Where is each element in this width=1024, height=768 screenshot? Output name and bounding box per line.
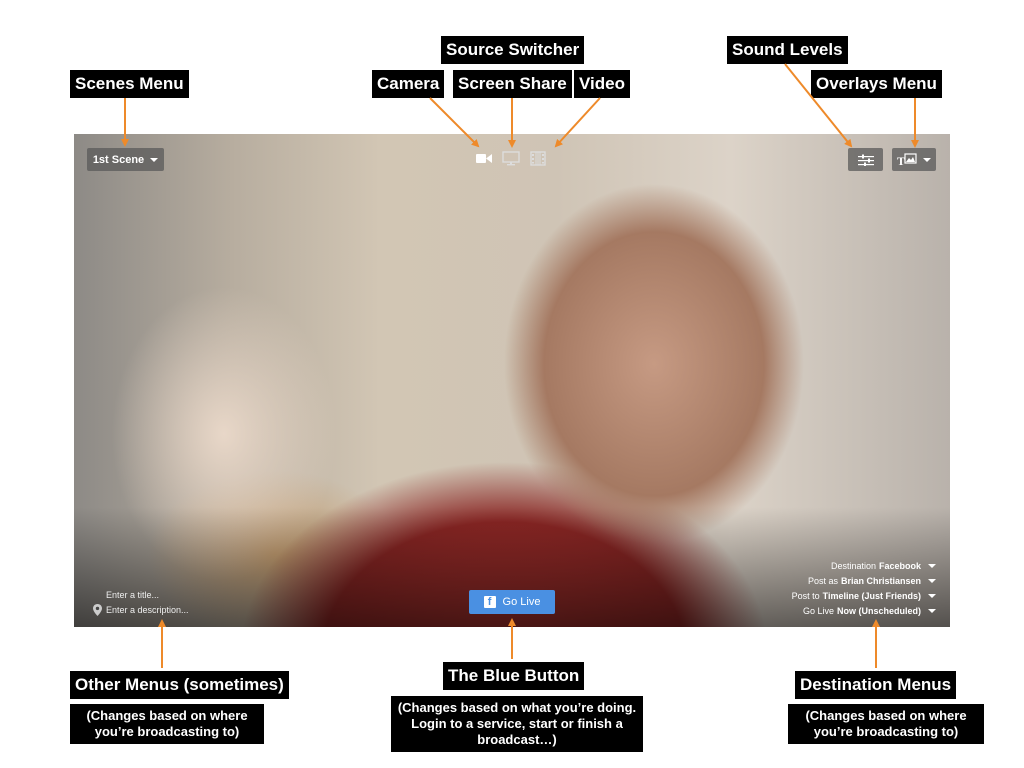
destination-menus-note: (Changes based on where you’re broadcast… — [788, 704, 984, 744]
chevron-down-icon — [150, 157, 159, 162]
screen-share-label: Screen Share — [453, 70, 572, 98]
title-input[interactable]: Enter a title... — [106, 590, 159, 600]
blue-button-label: The Blue Button — [443, 662, 585, 690]
source-switcher-label: Source Switcher — [441, 36, 585, 64]
monitor-icon[interactable] — [499, 149, 523, 167]
overlays-menu-button[interactable]: T — [892, 148, 936, 171]
video-preview: 1st Scene T Enter a title... Enter a des — [74, 134, 950, 627]
post-as-menu[interactable]: Post as Brian Christiansen — [792, 573, 936, 588]
text-image-icon: T — [897, 153, 917, 166]
post-to-value: Timeline (Just Friends) — [822, 590, 921, 601]
post-to-menu[interactable]: Post to Timeline (Just Friends) — [792, 588, 936, 603]
sliders-icon — [857, 154, 874, 166]
go-live-label: Go Live — [502, 596, 541, 608]
post-to-prefix: Post to — [791, 590, 820, 601]
chevron-down-icon — [923, 157, 931, 162]
sound-levels-label: Sound Levels — [727, 36, 848, 64]
other-menus-note: (Changes based on where you’re broadcast… — [70, 704, 264, 744]
go-live-schedule-prefix: Go Live — [802, 605, 834, 616]
post-as-prefix: Post as — [807, 575, 838, 586]
video-camera-icon[interactable] — [472, 149, 496, 167]
go-live-schedule-menu[interactable]: Go Live Now (Unscheduled) — [792, 603, 936, 618]
film-icon[interactable] — [526, 149, 550, 167]
facebook-icon: f — [483, 596, 496, 608]
overlays-menu-label: Overlays Menu — [811, 70, 942, 98]
destination-value: Facebook — [878, 560, 921, 571]
description-input[interactable]: Enter a description... — [106, 605, 189, 615]
broadcast-details: Enter a title... Enter a description... — [88, 587, 189, 617]
destination-prefix: Destination — [830, 560, 876, 571]
scene-selector-label: 1st Scene — [92, 153, 145, 166]
chevron-down-icon — [928, 578, 936, 583]
chevron-down-icon — [928, 608, 936, 613]
post-as-value: Brian Christiansen — [840, 575, 921, 586]
scene-selector[interactable]: 1st Scene — [87, 148, 164, 171]
destination-menus-label: Destination Menus — [795, 671, 957, 699]
chevron-down-icon — [928, 563, 936, 568]
other-menus-label: Other Menus (sometimes) — [70, 671, 289, 699]
destination-menu[interactable]: Destination Facebook — [792, 558, 936, 573]
destination-menus: Destination Facebook Post as Brian Chris… — [792, 558, 936, 618]
go-live-schedule-value: Now (Unscheduled) — [836, 605, 921, 616]
chevron-down-icon — [928, 593, 936, 598]
blue-button-note: (Changes based on what you’re doing. Log… — [391, 696, 643, 752]
camera-label: Camera — [372, 70, 445, 98]
scenes-menu-label: Scenes Menu — [70, 70, 189, 98]
go-live-button[interactable]: f Go Live — [469, 590, 555, 614]
sound-levels-button[interactable] — [848, 148, 883, 171]
location-pin-icon[interactable] — [88, 603, 106, 616]
video-label: Video — [574, 70, 630, 98]
svg-text:T: T — [897, 154, 905, 166]
